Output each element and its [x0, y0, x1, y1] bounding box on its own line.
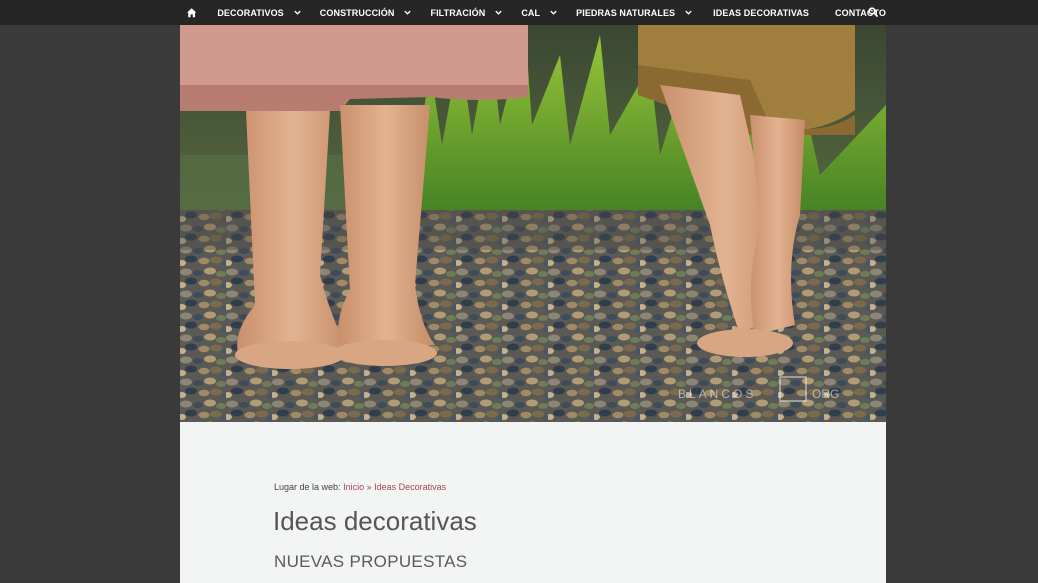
top-navigation-bar: DECORATIVOS CONSTRUCCIÓN FILTRACIÓN CAL … — [0, 0, 1038, 25]
nav-item-label: PIEDRAS NATURALES — [576, 7, 676, 18]
nav-menu: DECORATIVOS CONSTRUCCIÓN FILTRACIÓN CAL … — [180, 0, 886, 25]
search-icon[interactable] — [868, 7, 878, 17]
chevron-down-icon — [550, 10, 557, 15]
nav-item-contacto[interactable]: CONTACTO — [835, 0, 886, 25]
nav-item-decorativos[interactable]: DECORATIVOS — [217, 0, 301, 25]
breadcrumb-home-link[interactable]: Inicio — [343, 482, 364, 492]
nav-item-ideas-decorativas[interactable]: IDEAS DECORATIVAS — [713, 0, 809, 25]
page-title: Ideas decorativas — [273, 506, 477, 536]
chevron-down-icon — [404, 10, 412, 15]
nav-item-label: CONSTRUCCIÓN — [319, 7, 395, 18]
svg-text:ORG: ORG — [812, 387, 839, 401]
chevron-down-icon — [685, 10, 692, 15]
nav-item-label: CONTACTO — [835, 7, 886, 18]
breadcrumb: Lugar de la web: Inicio » Ideas Decorati… — [274, 482, 446, 492]
nav-item-filtracion[interactable]: FILTRACIÓN — [430, 0, 503, 25]
chevron-down-icon — [495, 10, 502, 15]
hero-image: BLANCOS ORG — [180, 25, 886, 422]
hero-photo: BLANCOS ORG — [180, 25, 886, 422]
breadcrumb-prefix: Lugar de la web: — [274, 482, 341, 492]
section-subtitle: NUEVAS PROPUESTAS — [274, 552, 468, 571]
home-icon[interactable] — [186, 7, 197, 19]
breadcrumb-current-link[interactable]: Ideas Decorativas — [374, 482, 446, 492]
nav-item-piedras-naturales[interactable]: PIEDRAS NATURALES — [576, 0, 693, 25]
nav-item-label: IDEAS DECORATIVAS — [713, 7, 810, 18]
nav-item-cal[interactable]: CAL — [521, 0, 558, 25]
nav-item-label: FILTRACIÓN — [430, 7, 486, 18]
nav-item-construccion[interactable]: CONSTRUCCIÓN — [320, 0, 413, 25]
nav-item-label: CAL — [521, 7, 541, 18]
nav-item-label: DECORATIVOS — [217, 7, 284, 18]
svg-text:BLANCOS: BLANCOS — [678, 387, 756, 401]
chevron-down-icon — [294, 10, 301, 15]
main-content: Lugar de la web: Inicio » Ideas Decorati… — [180, 422, 886, 583]
breadcrumb-separator: » — [366, 482, 372, 492]
